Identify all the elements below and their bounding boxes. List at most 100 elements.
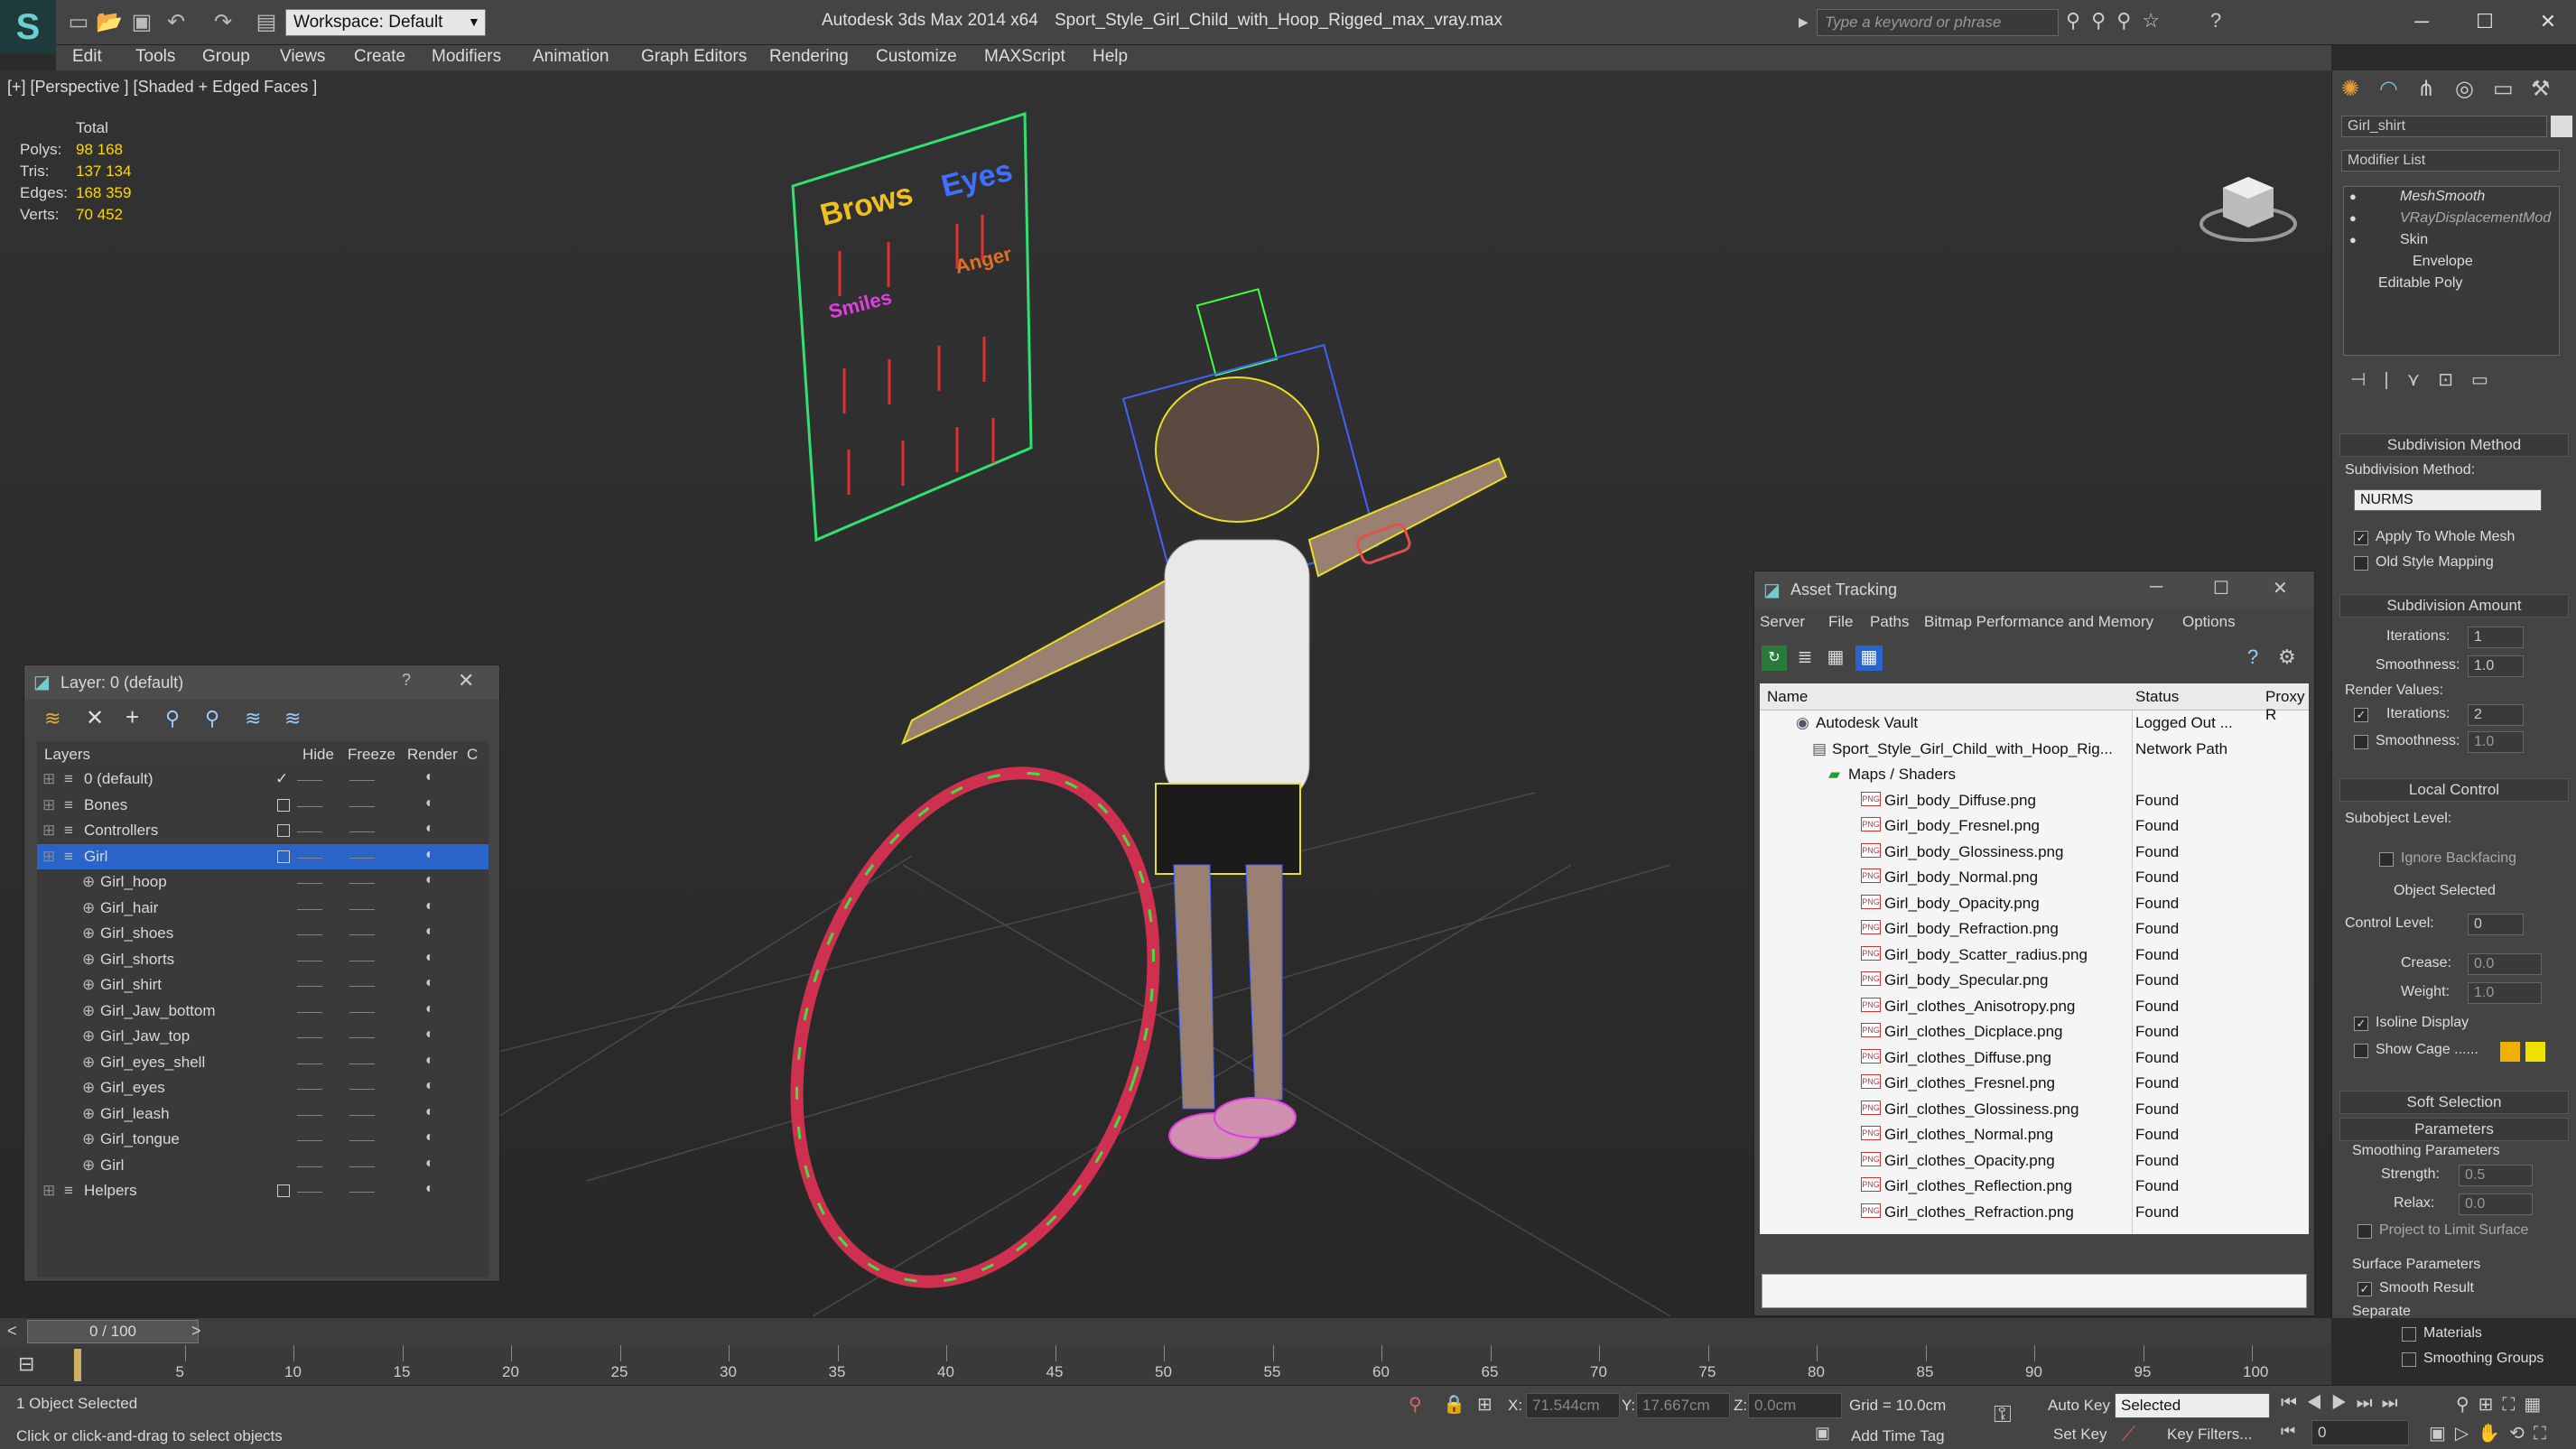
ignore-backfacing-checkbox[interactable] (2379, 852, 2394, 867)
separate-smoothing-groups-checkbox[interactable] (2402, 1352, 2416, 1367)
asset-row[interactable]: PNG Girl_body_Normal.png Found (1760, 865, 2309, 891)
track-bar[interactable]: 5 10 15 20 25 30 35 40 45 50 55 60 65 70 75 80 85 90 95 100 (0, 1345, 2331, 1385)
hide-toggle[interactable]: —— (297, 1107, 322, 1121)
iterations-spinner[interactable]: 1 (2468, 627, 2524, 648)
asset-path-field[interactable] (1762, 1274, 2307, 1308)
light-bulb-icon[interactable]: ● (2349, 190, 2357, 203)
asset-minimize-button[interactable]: ─ (2150, 577, 2162, 598)
freeze-all-layers-icon[interactable]: ≋ (284, 707, 301, 730)
freeze-toggle[interactable]: —— (349, 1029, 375, 1044)
render-teapot-icon[interactable]: ◐ (425, 847, 434, 863)
freeze-toggle[interactable]: —— (349, 1184, 375, 1198)
isoline-display-checkbox[interactable]: ✓ (2354, 1017, 2368, 1031)
current-frame-marker[interactable] (74, 1349, 81, 1381)
layer-window-title[interactable]: Layer: 0 (default) (24, 665, 499, 700)
search-arrow-icon[interactable]: ▶ (1799, 14, 1809, 30)
project-limit-checkbox[interactable] (2357, 1224, 2372, 1239)
menu-rendering[interactable]: Rendering (769, 47, 849, 67)
render-teapot-icon[interactable]: ◐ (425, 975, 434, 991)
menu-help[interactable]: Help (1093, 47, 1128, 67)
menu-maxscript[interactable]: MAXScript (984, 47, 1065, 67)
hide-toggle[interactable]: —— (297, 1004, 322, 1018)
render-teapot-icon[interactable]: ◐ (425, 1078, 434, 1094)
current-layer-checkbox[interactable] (277, 798, 290, 812)
render-iterations-spinner[interactable]: 2 (2468, 704, 2524, 726)
asset-row[interactable]: PNG Girl_body_Diffuse.png Found (1760, 788, 2309, 814)
asset-row[interactable]: PNG Girl_clothes_Glossiness.png Found (1760, 1097, 2309, 1123)
render-smoothness-spinner[interactable]: 1.0 (2468, 731, 2524, 753)
save-icon[interactable]: ▣ (126, 9, 157, 36)
hide-toggle[interactable]: —— (297, 772, 322, 786)
freeze-toggle[interactable]: —— (349, 772, 375, 786)
menu-modifiers[interactable]: Modifiers (432, 47, 501, 67)
cage-color-swatch[interactable] (2500, 1042, 2520, 1062)
hide-toggle[interactable]: —— (297, 850, 322, 864)
search-input[interactable]: Type a keyword or phrase (1817, 9, 2059, 36)
current-layer-checkbox[interactable] (277, 850, 290, 863)
asset-row[interactable]: PNG Girl_body_Glossiness.png Found (1760, 840, 2309, 866)
asset-row[interactable]: ◉ Autodesk Vault Logged Out ... (1760, 711, 2309, 737)
render-teapot-icon[interactable]: ◐ (425, 1026, 434, 1043)
weight-spinner[interactable]: 1.0 (2468, 982, 2542, 1004)
rollout-subdivision-method[interactable]: Subdivision Method (2339, 433, 2569, 457)
layer-row[interactable]: ⊕ Girl_Jaw_top —— —— ◐ (37, 1024, 488, 1049)
crease-spinner[interactable]: 0.0 (2468, 953, 2542, 975)
object-name-field[interactable]: Girl_shirt (2341, 116, 2547, 137)
key-filters-button[interactable]: Key Filters... (2167, 1426, 2252, 1444)
hide-toggle[interactable]: —— (297, 823, 322, 838)
asset-close-button[interactable]: ✕ (2273, 577, 2288, 599)
minimize-button[interactable]: ─ (2395, 4, 2449, 40)
viewport-label[interactable]: [+] [Perspective ] [Shaded + Edged Faces… (7, 78, 317, 97)
rollout-parameters[interactable]: Parameters (2339, 1118, 2569, 1141)
set-key-mode-icon[interactable]: ⚿ (1994, 1400, 2012, 1429)
asset-row[interactable]: PNG Girl_clothes_Fresnel.png Found (1760, 1071, 2309, 1097)
asset-menu-bitmap[interactable]: Bitmap Performance and Memory (1924, 613, 2153, 631)
freeze-toggle[interactable]: —— (349, 1081, 375, 1095)
col-name[interactable]: Name (1767, 688, 1808, 706)
close-button[interactable]: ✕ (2521, 4, 2575, 40)
project-folder-icon[interactable]: ▤ (251, 9, 282, 36)
freeze-toggle[interactable]: —— (349, 926, 375, 941)
rollout-soft-selection[interactable]: Soft Selection (2339, 1091, 2569, 1114)
expand-icon[interactable]: ⊞ (42, 796, 55, 814)
light-bulb-icon[interactable]: ● (2349, 233, 2357, 246)
layer-row[interactable]: ⊕ Girl_eyes_shell —— —— ◐ (37, 1050, 488, 1075)
active-layer-check-icon[interactable]: ✓ (275, 770, 288, 788)
asset-row[interactable]: PNG Girl_clothes_Diffuse.png Found (1760, 1045, 2309, 1072)
asset-row[interactable]: PNG Girl_body_Opacity.png Found (1760, 891, 2309, 917)
layer-row[interactable]: ⊕ Girl_Jaw_bottom —— —— ◐ (37, 999, 488, 1024)
layer-row[interactable]: ≡ ⊞ Bones —— —— ◐ (37, 793, 488, 818)
rollout-subdivision-amount[interactable]: Subdivision Amount (2339, 594, 2569, 618)
maximize-button[interactable]: ☐ (2458, 4, 2512, 40)
next-frame-arrow-icon[interactable]: > (191, 1322, 201, 1341)
goto-start-icon[interactable]: ⏮ (2281, 1422, 2295, 1441)
hide-toggle[interactable]: —— (297, 1158, 322, 1173)
render-iterations-checkbox[interactable]: ✓ (2354, 708, 2368, 722)
control-level-spinner[interactable]: 0 (2468, 914, 2524, 935)
freeze-toggle[interactable]: —— (349, 978, 375, 992)
render-teapot-icon[interactable]: ◐ (425, 1181, 434, 1197)
menu-create[interactable]: Create (354, 47, 405, 67)
mini-curve-editor-icon[interactable]: ⊟ (18, 1352, 34, 1376)
set-key-button[interactable]: ⟋ (2122, 1422, 2135, 1445)
freeze-toggle[interactable]: —— (349, 1132, 375, 1147)
stack-meshsmooth[interactable]: MeshSmooth (2400, 189, 2485, 205)
rollout-local-control[interactable]: Local Control (2339, 778, 2569, 802)
hide-all-layers-icon[interactable]: ≋ (245, 707, 261, 730)
absolute-mode-icon[interactable]: ⊞ (1477, 1393, 1493, 1416)
layer-row[interactable]: ⊕ Girl_eyes —— —— ◐ (37, 1075, 488, 1101)
table-view-icon[interactable]: ▦ (1855, 646, 1883, 671)
key-selection-dropdown[interactable]: Selected (2115, 1393, 2270, 1418)
render-teapot-icon[interactable]: ◐ (425, 821, 434, 837)
asset-row[interactable]: PNG Girl_body_Fresnel.png Found (1760, 813, 2309, 840)
layer-close-button[interactable]: ✕ (458, 669, 474, 692)
asset-row[interactable]: ▰ Maps / Shaders (1760, 762, 2309, 788)
col-status[interactable]: Status (2135, 688, 2179, 706)
asset-row[interactable]: PNG Girl_clothes_Normal.png Found (1760, 1122, 2309, 1148)
asset-menu-paths[interactable]: Paths (1870, 613, 1909, 631)
render-teapot-icon[interactable]: ◐ (425, 1053, 434, 1069)
hide-toggle[interactable]: —— (297, 1029, 322, 1044)
freeze-toggle[interactable]: —— (349, 1158, 375, 1173)
layer-row[interactable]: ⊕ Girl_hair —— —— ◐ (37, 896, 488, 921)
asset-row[interactable]: PNG Girl_body_Specular.png Found (1760, 968, 2309, 994)
